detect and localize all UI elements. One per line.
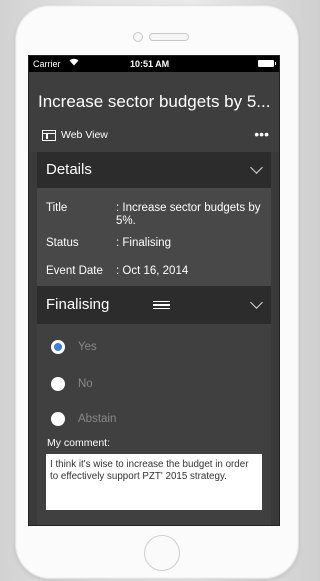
status-bar: Carrier 10:51 AM [29, 56, 279, 72]
event-date-value: : Oct 16, 2014 [116, 265, 189, 277]
wifi-icon [69, 58, 79, 68]
battery-icon [258, 60, 276, 67]
drag-handle-icon[interactable] [153, 301, 170, 309]
page-title: Increase sector budgets by 5... [38, 92, 271, 111]
event-date-label: Event Date [46, 265, 103, 277]
finalising-heading: Finalising [46, 296, 110, 313]
details-body: Title : Increase sector budgets by 5%. S… [37, 188, 271, 286]
title-value: : Increase sector budgets by 5%. [116, 202, 261, 227]
calendar-window-icon [42, 129, 56, 141]
details-section-header[interactable]: Details [37, 152, 271, 188]
status-label: Status [46, 237, 79, 249]
comment-label: My comment: [47, 437, 111, 449]
home-button[interactable] [144, 535, 180, 571]
radio-unselected-icon [51, 412, 65, 426]
radio-yes[interactable]: Yes [51, 340, 97, 354]
radio-unselected-icon [51, 377, 65, 391]
chevron-down-icon [250, 161, 263, 174]
more-horizontal-icon[interactable]: ••• [254, 126, 269, 142]
status-time: 10:51 AM [130, 59, 170, 69]
speaker-grille [149, 33, 189, 41]
chevron-down-icon [250, 296, 263, 309]
web-view-button[interactable]: Web View [42, 129, 108, 141]
radio-no-label: No [78, 378, 93, 390]
radio-selected-icon [51, 340, 65, 354]
finalising-section-header[interactable]: Finalising [37, 286, 271, 324]
radio-yes-label: Yes [78, 341, 97, 353]
app-screen: Carrier 10:51 AM Increase sector budgets… [28, 55, 280, 526]
content-panel: Details Title : Increase sector budgets … [37, 152, 271, 525]
details-heading: Details [46, 161, 92, 178]
title-bar: Increase sector budgets by 5... Web View… [29, 72, 279, 152]
carrier-label: Carrier [33, 59, 61, 69]
radio-abstain-label: Abstain [78, 413, 117, 425]
radio-abstain[interactable]: Abstain [51, 412, 116, 426]
radio-no[interactable]: No [51, 377, 93, 391]
web-view-label: Web View [61, 129, 108, 141]
title-label: Title [46, 202, 68, 214]
vote-options: Yes No Abstain My comment: I think it's … [37, 324, 271, 525]
camera-icon [133, 32, 143, 42]
comment-field[interactable]: I think it's wise to increase the budget… [46, 454, 262, 510]
status-value: : Finalising [116, 237, 171, 249]
